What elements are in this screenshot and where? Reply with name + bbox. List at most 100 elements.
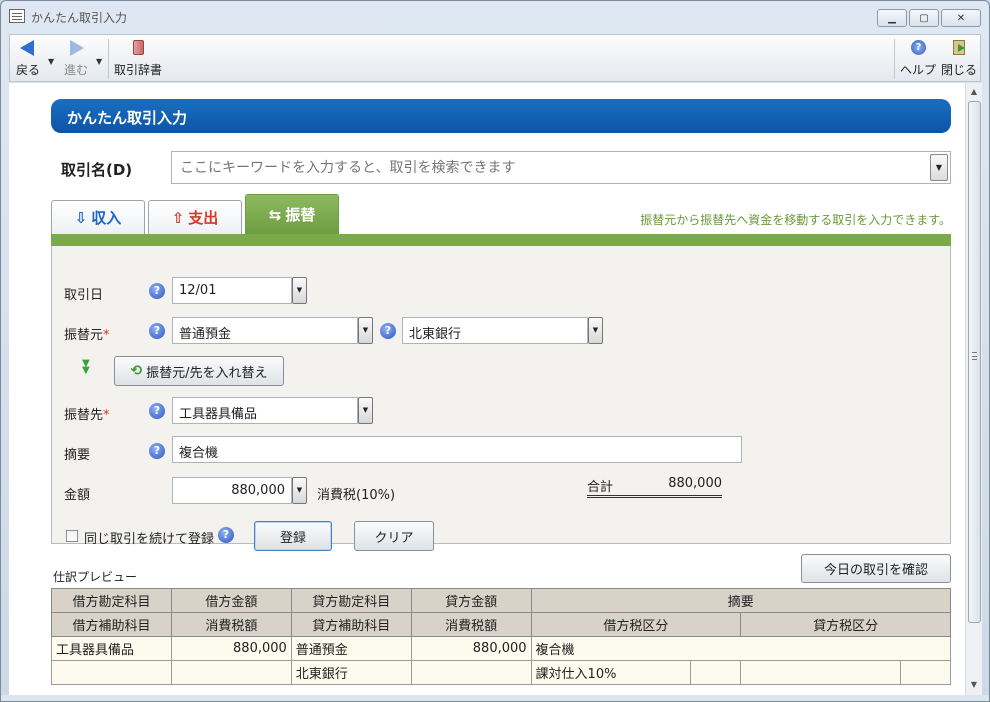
scroll-up-icon[interactable]: ▲ xyxy=(966,84,982,100)
toolbar: 戻る ▼ 進む ▼ 取引辞書 ? ヘルプ 閉じる xyxy=(9,34,981,82)
table-cell: 北東銀行 xyxy=(290,660,412,685)
table-cell: 880,000 xyxy=(170,636,292,661)
repeat-checkbox[interactable] xyxy=(66,530,78,542)
tab-income-label: 収入 xyxy=(91,209,122,227)
toolbar-divider xyxy=(894,39,895,79)
vertical-scrollbar[interactable]: ▲ ▼ xyxy=(965,83,982,695)
to-account-dropdown-button[interactable]: ▼ xyxy=(358,397,373,424)
back-dropdown-icon[interactable]: ▼ xyxy=(48,57,54,66)
forward-dropdown-icon[interactable]: ▼ xyxy=(96,57,102,66)
scroll-down-icon[interactable]: ▼ xyxy=(966,677,982,693)
swap-accounts-label: 振替元/先を入れ替え xyxy=(146,365,268,381)
repeat-help-icon[interactable]: ? xyxy=(218,527,234,543)
close-label: 閉じる xyxy=(941,63,978,77)
window-title: かんたん取引入力 xyxy=(31,11,128,25)
from-sub-help-icon[interactable]: ? xyxy=(380,323,396,339)
memo-label: 摘要 xyxy=(64,448,91,463)
forward-label: 進む xyxy=(64,63,89,77)
column-header: 消費税額 xyxy=(170,612,292,637)
transaction-search-input[interactable] xyxy=(172,152,912,183)
transaction-search-box: ▼ xyxy=(171,151,951,184)
toolbar-divider xyxy=(108,39,109,79)
transaction-dropdown-button[interactable]: ▼ xyxy=(930,154,948,181)
help-button[interactable]: ? ヘルプ xyxy=(900,39,936,78)
table-row: 工具器具備品 880,000 普通預金 880,000 複合機 xyxy=(51,636,952,661)
scrollbar-thumb[interactable] xyxy=(968,101,981,623)
to-account-field[interactable]: 工具器具備品 xyxy=(172,397,358,424)
app-icon xyxy=(9,9,25,23)
table-cell xyxy=(410,660,532,685)
back-button[interactable]: 戻る xyxy=(16,39,40,78)
tab-expense-label: 支出 xyxy=(188,209,219,227)
from-help-icon[interactable]: ? xyxy=(149,323,165,339)
tab-income[interactable]: ⇩ 収入 xyxy=(51,200,145,234)
memo-help-icon[interactable]: ? xyxy=(149,443,165,459)
table-cell: 工具器具備品 xyxy=(51,636,172,661)
table-header-row: 借方補助科目 消費税額 貸方補助科目 消費税額 借方税区分 貸方税区分 xyxy=(51,612,951,637)
transfer-icon: ⇆ xyxy=(268,205,282,224)
column-header: 借方税区分 xyxy=(530,612,742,637)
date-help-icon[interactable]: ? xyxy=(149,283,165,299)
from-account-field[interactable]: 普通預金 xyxy=(172,317,358,344)
from-sub-account-dropdown-button[interactable]: ▼ xyxy=(588,317,603,344)
table-cell xyxy=(170,660,292,685)
page-title: かんたん取引入力 xyxy=(51,99,951,133)
transfer-form: 取引日 ? 12/01 ▼ 振替元* ? 普通預金 ▼ ? 北東銀行 ▼ ▼ ▼ … xyxy=(51,246,951,551)
help-label: ヘルプ xyxy=(900,63,937,77)
close-button[interactable]: 閉じる xyxy=(941,39,977,78)
confirm-today-button[interactable]: 今日の取引を確認 xyxy=(801,554,951,583)
date-label: 取引日 xyxy=(64,288,104,303)
table-cell xyxy=(51,660,172,685)
tab-transfer[interactable]: ⇆ 振替 xyxy=(245,194,339,234)
table-cell: 課対仕入10% xyxy=(530,660,692,685)
memo-field[interactable]: 複合機 xyxy=(172,436,742,463)
preview-label: 仕訳プレビュー xyxy=(53,570,138,584)
tab-accent-bar xyxy=(51,234,951,246)
amount-label: 金額 xyxy=(64,488,91,503)
maximize-button[interactable]: ▢ xyxy=(909,9,939,27)
table-cell xyxy=(690,660,742,685)
from-sub-account-field[interactable]: 北東銀行 xyxy=(402,317,588,344)
expense-icon: ⇧ xyxy=(171,208,185,227)
from-account-dropdown-button[interactable]: ▼ xyxy=(358,317,373,344)
column-header: 借方金額 xyxy=(170,588,292,613)
from-label: 振替元* xyxy=(64,328,110,343)
app-window: かんたん取引入力 ▁ ▢ ✕ 戻る ▼ 進む ▼ 取引辞書 ? ヘルプ 閉じる … xyxy=(0,0,990,702)
swap-accounts-button[interactable]: ⟲ 振替元/先を入れ替え xyxy=(114,356,284,386)
amount-field[interactable]: 880,000 xyxy=(172,477,292,504)
column-header: 消費税額 xyxy=(410,612,532,637)
income-icon: ⇩ xyxy=(74,208,88,227)
amount-dropdown-button[interactable]: ▼ xyxy=(292,477,307,504)
total-display: 合計 880,000 xyxy=(587,476,722,498)
tab-expense[interactable]: ⇧ 支出 xyxy=(148,200,242,234)
column-header: 摘要 xyxy=(530,588,952,613)
table-row: 北東銀行 課対仕入10% xyxy=(51,660,951,685)
table-cell: 複合機 xyxy=(530,636,952,661)
register-button[interactable]: 登録 xyxy=(254,521,332,551)
forward-arrow-icon xyxy=(66,39,86,57)
total-label: 合計 xyxy=(587,480,614,495)
minimize-button[interactable]: ▁ xyxy=(877,9,907,27)
column-header: 貸方税区分 xyxy=(740,612,951,637)
title-bar: かんたん取引入力 ▁ ▢ ✕ xyxy=(1,1,989,31)
column-header: 借方勘定科目 xyxy=(51,588,172,613)
date-field[interactable]: 12/01 xyxy=(172,277,292,304)
column-header: 貸方金額 xyxy=(410,588,532,613)
window-close-button[interactable]: ✕ xyxy=(941,9,981,27)
tab-hint: 振替元から振替先へ資金を移動する取引を入力できます。 xyxy=(640,213,951,227)
swap-icon: ⟲ xyxy=(130,363,143,379)
exit-icon xyxy=(949,39,969,57)
book-icon xyxy=(128,39,148,57)
clear-button[interactable]: クリア xyxy=(354,521,434,551)
to-help-icon[interactable]: ? xyxy=(149,403,165,419)
dictionary-label: 取引辞書 xyxy=(114,63,163,77)
grip-icon xyxy=(972,352,977,360)
table-cell xyxy=(740,660,902,685)
date-dropdown-button[interactable]: ▼ xyxy=(292,277,307,304)
repeat-label: 同じ取引を続けて登録 xyxy=(84,532,215,547)
table-cell xyxy=(900,660,951,685)
dictionary-button[interactable]: 取引辞書 xyxy=(114,39,162,78)
back-arrow-icon xyxy=(18,39,38,57)
forward-button[interactable]: 進む xyxy=(64,39,88,78)
tax-label: 消費税(10%) xyxy=(317,488,396,503)
